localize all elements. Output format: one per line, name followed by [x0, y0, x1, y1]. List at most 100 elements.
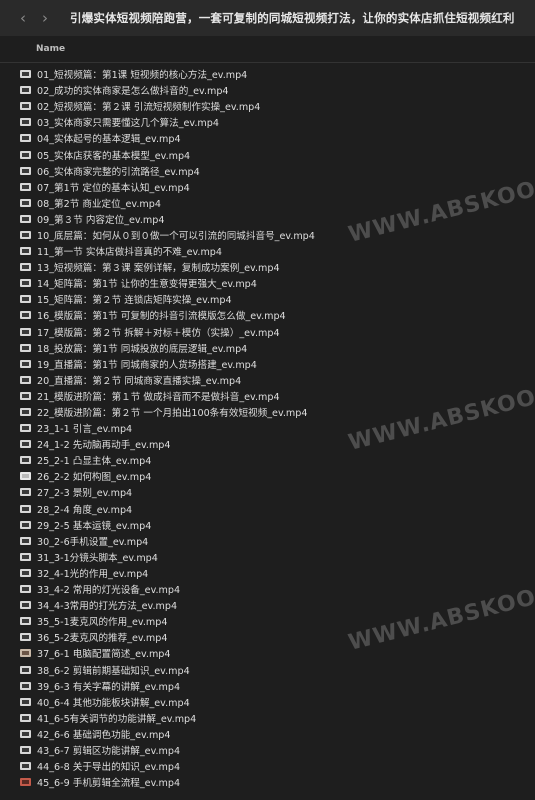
file-name: 08_第2节 商业定位_ev.mp4	[37, 198, 161, 210]
file-row[interactable]: 20_直播篇：第２节 同城商家直播实操_ev.mp4	[0, 372, 535, 388]
file-row[interactable]: 14_矩阵篇：第1节 让你的生意变得更强大_ev.mp4	[0, 275, 535, 291]
video-file-icon	[20, 762, 31, 771]
file-row[interactable]: 23_1-1 引言_ev.mp4	[0, 420, 535, 436]
video-file-icon	[20, 247, 31, 256]
file-row[interactable]: 19_直播篇：第1节 同城商家的人货场搭建_ev.mp4	[0, 356, 535, 372]
file-row[interactable]: 16_模版篇：第1节 可复制的抖音引流模版怎么做_ev.mp4	[0, 307, 535, 323]
video-file-icon	[20, 263, 31, 272]
video-file-icon	[20, 327, 31, 336]
file-row[interactable]: 06_实体商家完整的引流路径_ev.mp4	[0, 163, 535, 179]
file-row[interactable]: 28_2-4 角度_ev.mp4	[0, 501, 535, 517]
file-row[interactable]: 43_6-7 剪辑区功能讲解_ev.mp4	[0, 742, 535, 758]
video-file-icon	[20, 778, 31, 787]
file-row[interactable]: 04_实体起号的基本逻辑_ev.mp4	[0, 130, 535, 146]
video-file-icon	[20, 182, 31, 191]
file-name: 18_投放篇：第1节 同城投放的底层逻辑_ev.mp4	[37, 343, 248, 355]
file-row[interactable]: 10_底层篇：如何从０到０做一个可以引流的同城抖音号_ev.mp4	[0, 227, 535, 243]
file-row[interactable]: 22_模版进阶篇：第２节 一个月拍出100条有效短视频_ev.mp4	[0, 404, 535, 420]
file-name: 17_模版篇：第２节 拆解＋对标＋模仿（实操）_ev.mp4	[37, 327, 280, 339]
file-row[interactable]: 44_6-8 关于导出的知识_ev.mp4	[0, 758, 535, 774]
file-row[interactable]: 42_6-6 基础调色功能_ev.mp4	[0, 726, 535, 742]
video-file-icon	[20, 102, 31, 111]
file-row[interactable]: 27_2-3 景别_ev.mp4	[0, 484, 535, 500]
file-name: 01_短视频篇：第1课 短视频的核心方法_ev.mp4	[37, 70, 248, 82]
file-row[interactable]: 07_第1节 定位的基本认知_ev.mp4	[0, 179, 535, 195]
file-row[interactable]: 11_第一节 实体店做抖音真的不难_ev.mp4	[0, 243, 535, 259]
file-row[interactable]: 33_4-2 常用的灯光设备_ev.mp4	[0, 581, 535, 597]
file-row[interactable]: 05_实体店获客的基本模型_ev.mp4	[0, 146, 535, 162]
video-file-icon	[20, 681, 31, 690]
file-row[interactable]: 09_第３节 内容定位_ev.mp4	[0, 211, 535, 227]
video-file-icon	[20, 633, 31, 642]
file-name: 31_3-1分镜头脚本_ev.mp4	[37, 552, 158, 564]
file-row[interactable]: 35_5-1麦克风的作用_ev.mp4	[0, 613, 535, 629]
file-row[interactable]: 02_成功的实体商家是怎么做抖音的_ev.mp4	[0, 82, 535, 98]
video-file-icon	[20, 359, 31, 368]
file-name: 26_2-2 如何构图_ev.mp4	[37, 472, 152, 484]
file-row[interactable]: 40_6-4 其他功能板块讲解_ev.mp4	[0, 694, 535, 710]
file-name: 11_第一节 实体店做抖音真的不难_ev.mp4	[37, 247, 222, 259]
file-row[interactable]: 15_矩阵篇：第２节 连锁店矩阵实操_ev.mp4	[0, 291, 535, 307]
file-name: 29_2-5 基本运镜_ev.mp4	[37, 520, 152, 532]
file-row[interactable]: 34_4-3常用的打光方法_ev.mp4	[0, 597, 535, 613]
file-name: 10_底层篇：如何从０到０做一个可以引流的同城抖音号_ev.mp4	[37, 230, 315, 242]
file-row[interactable]: 26_2-2 如何构图_ev.mp4	[0, 468, 535, 484]
video-file-icon	[20, 118, 31, 127]
file-row[interactable]: 38_6-2 剪辑前期基础知识_ev.mp4	[0, 661, 535, 677]
file-name: 28_2-4 角度_ev.mp4	[37, 504, 133, 516]
file-row[interactable]: 41_6-5有关调节的功能讲解_ev.mp4	[0, 710, 535, 726]
file-row[interactable]: 13_短视频篇：第３课 案例详解，复制成功案例_ev.mp4	[0, 259, 535, 275]
window-title: 引爆实体短视频陪跑营，一套可复制的同城短视频打法，让你的实体店抓住短视频红利	[70, 11, 515, 25]
video-file-icon	[20, 295, 31, 304]
name-column-header[interactable]: Name	[36, 44, 65, 54]
file-row[interactable]: 37_6-1 电脑配置简述_ev.mp4	[0, 645, 535, 661]
file-row[interactable]: 29_2-5 基本运镜_ev.mp4	[0, 517, 535, 533]
video-file-icon	[20, 665, 31, 674]
file-name: 20_直播篇：第２节 同城商家直播实操_ev.mp4	[37, 375, 242, 387]
file-row[interactable]: 39_6-3 有关字幕的讲解_ev.mp4	[0, 678, 535, 694]
file-name: 16_模版篇：第1节 可复制的抖音引流模版怎么做_ev.mp4	[37, 311, 286, 323]
file-row[interactable]: 32_4-1光的作用_ev.mp4	[0, 565, 535, 581]
video-file-icon	[20, 536, 31, 545]
file-row[interactable]: 03_实体商家只需要懂这几个算法_ev.mp4	[0, 114, 535, 130]
file-name: 44_6-8 关于导出的知识_ev.mp4	[37, 762, 181, 774]
file-row[interactable]: 21_模版进阶篇：第１节 做成抖音而不是做抖音_ev.mp4	[0, 388, 535, 404]
file-name: 07_第1节 定位的基本认知_ev.mp4	[37, 182, 190, 194]
file-name: 14_矩阵篇：第1节 让你的生意变得更强大_ev.mp4	[37, 279, 257, 291]
file-name: 04_实体起号的基本逻辑_ev.mp4	[37, 134, 181, 146]
video-file-icon	[20, 520, 31, 529]
file-row[interactable]: 08_第2节 商业定位_ev.mp4	[0, 195, 535, 211]
window-titlebar: ‹ › 引爆实体短视频陪跑营，一套可复制的同城短视频打法，让你的实体店抓住短视频…	[0, 0, 535, 36]
video-file-icon	[20, 568, 31, 577]
file-row[interactable]: 24_1-2 先动脑再动手_ev.mp4	[0, 436, 535, 452]
file-name: 42_6-6 基础调色功能_ev.mp4	[37, 729, 171, 741]
video-file-icon	[20, 408, 31, 417]
file-name: 41_6-5有关调节的功能讲解_ev.mp4	[37, 713, 197, 725]
file-name: 02_成功的实体商家是怎么做抖音的_ev.mp4	[37, 86, 229, 98]
file-row[interactable]: 36_5-2麦克风的推荐_ev.mp4	[0, 629, 535, 645]
file-name: 43_6-7 剪辑区功能讲解_ev.mp4	[37, 745, 181, 757]
file-name: 09_第３节 内容定位_ev.mp4	[37, 214, 165, 226]
file-name: 19_直播篇：第1节 同城商家的人货场搭建_ev.mp4	[37, 359, 257, 371]
file-row[interactable]: 45_6-9 手机剪辑全流程_ev.mp4	[0, 774, 535, 790]
file-row[interactable]: 02_短视频篇：第２课 引流短视频制作实操_ev.mp4	[0, 98, 535, 114]
file-row[interactable]: 25_2-1 凸显主体_ev.mp4	[0, 452, 535, 468]
file-name: 30_2-6手机设置_ev.mp4	[37, 536, 149, 548]
file-row[interactable]: 30_2-6手机设置_ev.mp4	[0, 533, 535, 549]
video-file-icon	[20, 70, 31, 79]
file-row[interactable]: 01_短视频篇：第1课 短视频的核心方法_ev.mp4	[0, 66, 535, 82]
forward-chevron-icon[interactable]: ›	[34, 4, 56, 32]
video-file-icon	[20, 424, 31, 433]
video-file-icon	[20, 617, 31, 626]
file-row[interactable]: 18_投放篇：第1节 同城投放的底层逻辑_ev.mp4	[0, 340, 535, 356]
file-name: 13_短视频篇：第３课 案例详解，复制成功案例_ev.mp4	[37, 263, 280, 275]
back-chevron-icon[interactable]: ‹	[12, 4, 34, 32]
file-name: 02_短视频篇：第２课 引流短视频制作实操_ev.mp4	[37, 102, 261, 114]
file-row[interactable]: 17_模版篇：第２节 拆解＋对标＋模仿（实操）_ev.mp4	[0, 324, 535, 340]
video-file-icon	[20, 488, 31, 497]
file-name: 03_实体商家只需要懂这几个算法_ev.mp4	[37, 118, 219, 130]
file-name: 06_实体商家完整的引流路径_ev.mp4	[37, 166, 200, 178]
video-file-icon	[20, 456, 31, 465]
video-file-icon	[20, 279, 31, 288]
file-row[interactable]: 31_3-1分镜头脚本_ev.mp4	[0, 549, 535, 565]
